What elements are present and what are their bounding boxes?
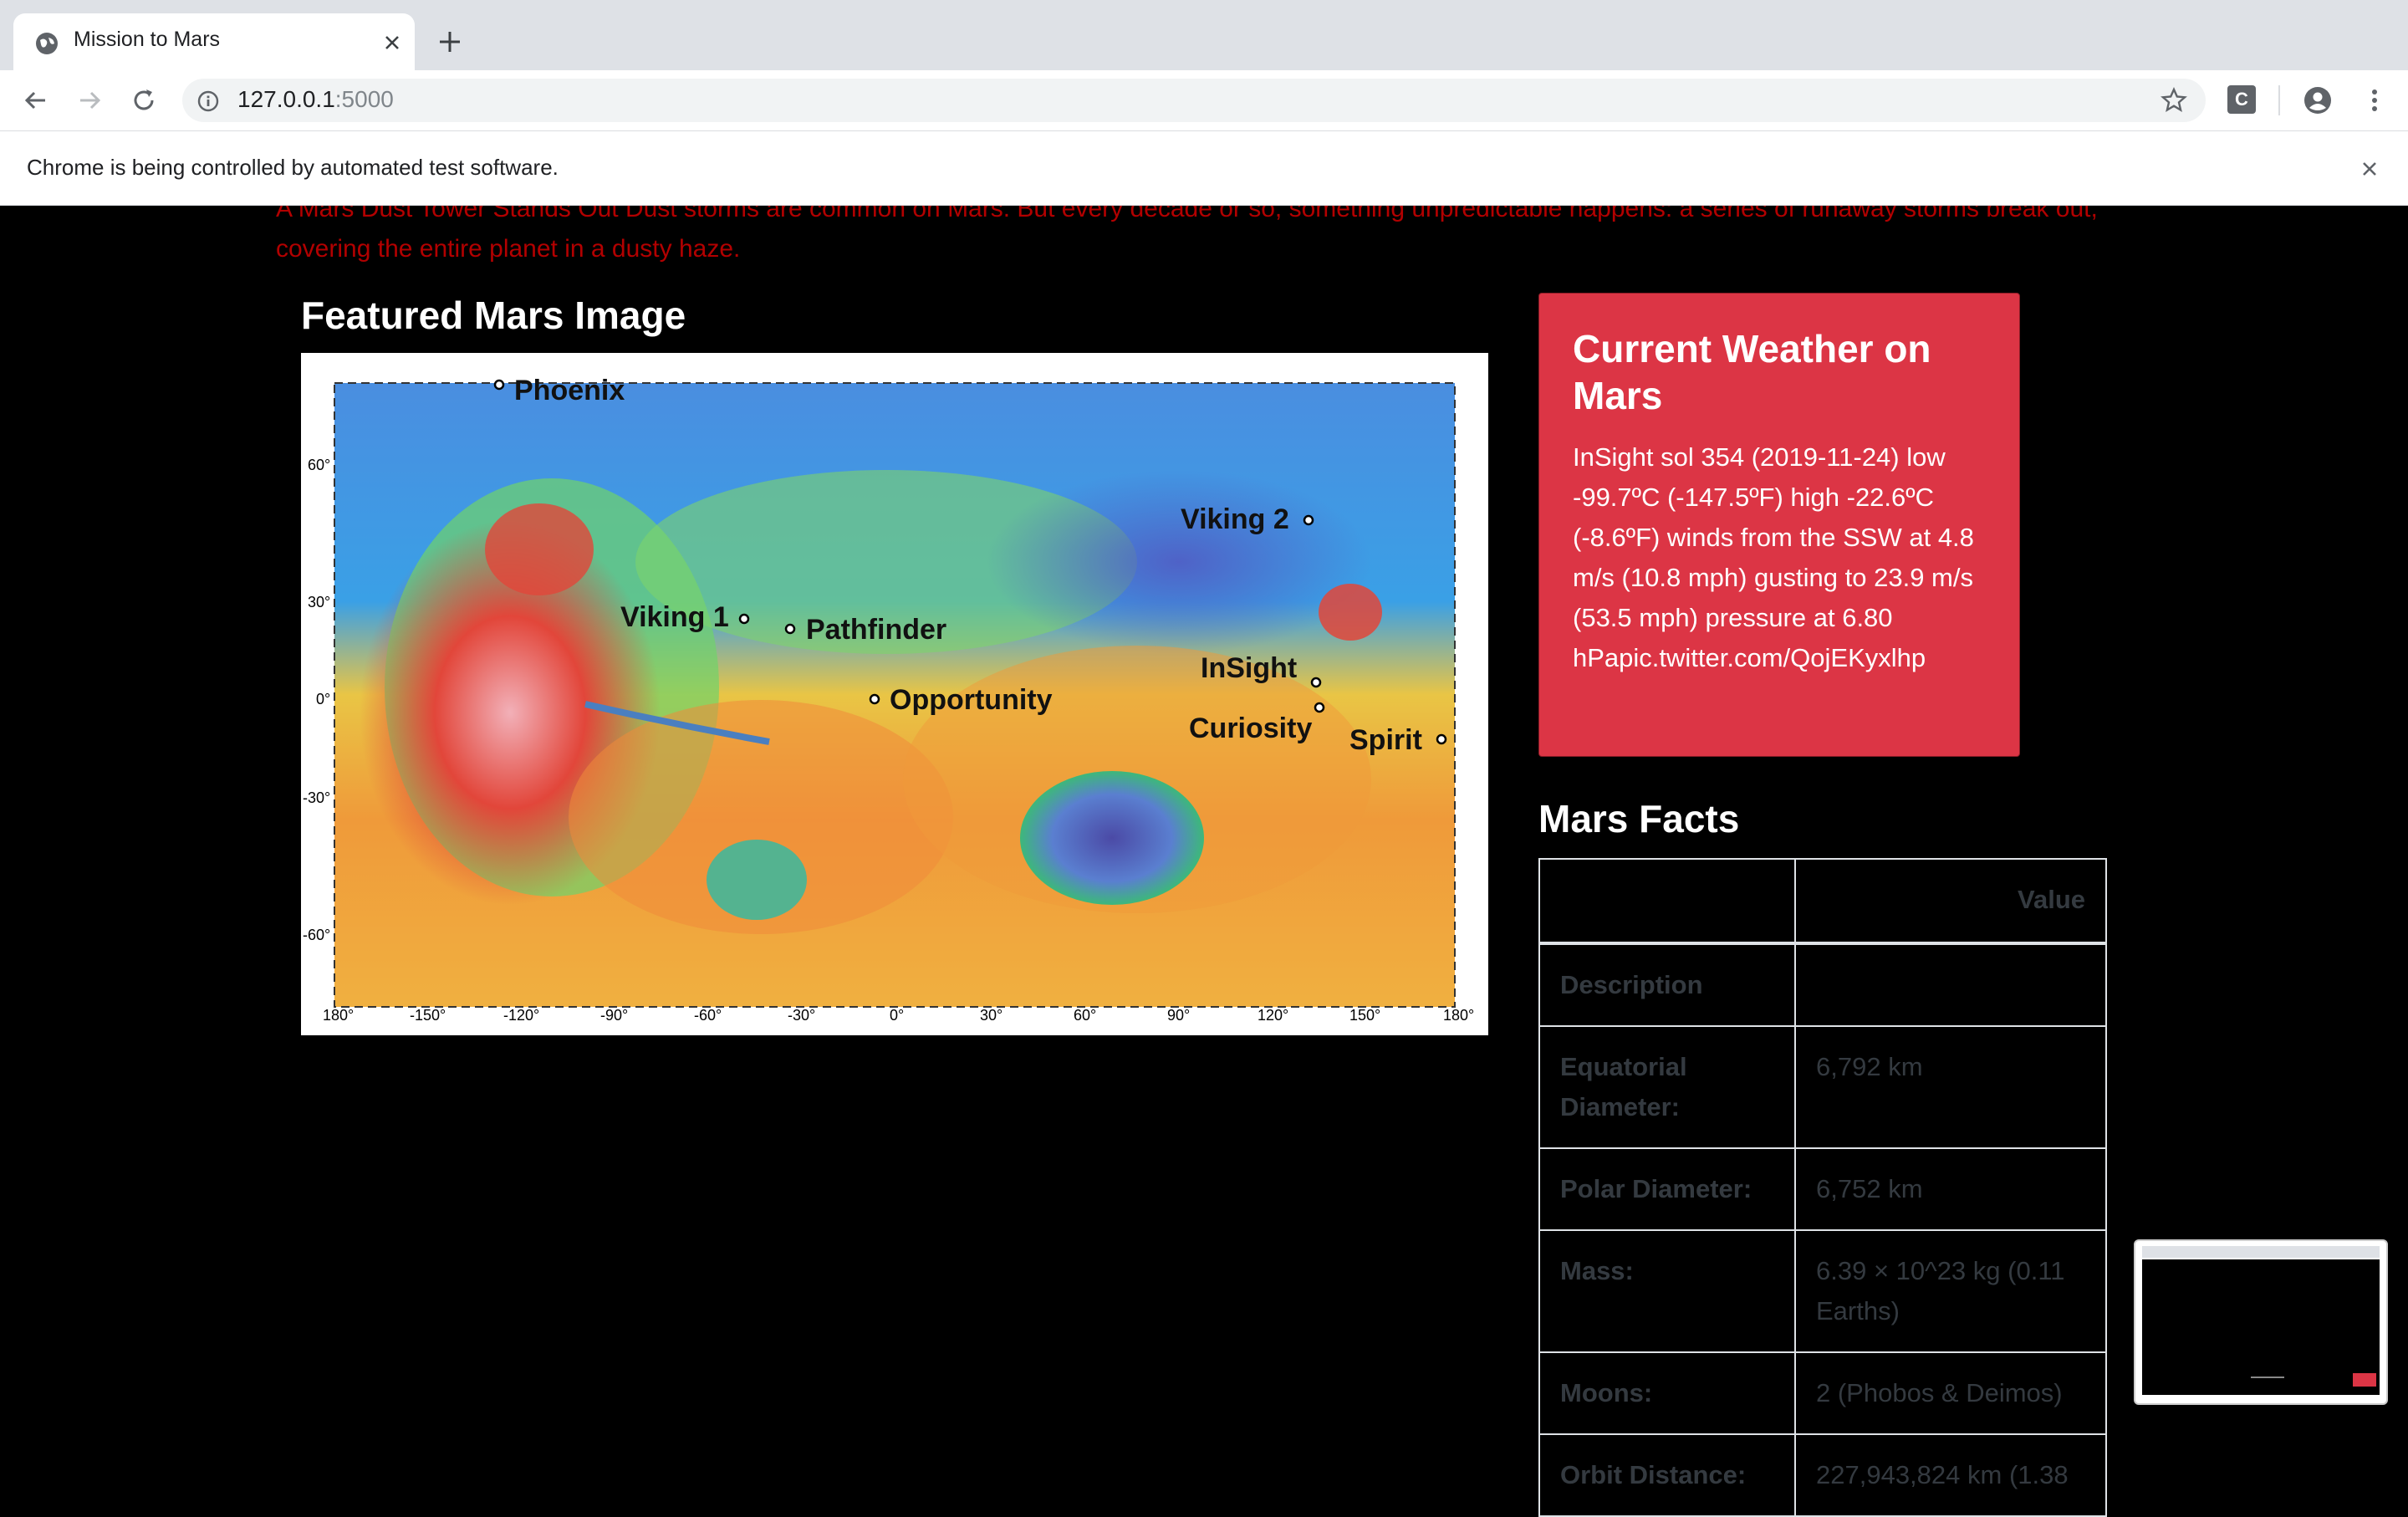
lat-tick: -30° — [303, 789, 330, 806]
lon-tick: 0° — [890, 1007, 904, 1024]
weather-card: Current Weather on Mars InSight sol 354 … — [1538, 293, 2020, 757]
site-label-opportunity: Opportunity — [890, 684, 1053, 716]
row-value — [1794, 942, 2107, 1027]
header-cell-value: Value — [1794, 858, 2107, 945]
menu-dots-icon[interactable] — [2358, 84, 2391, 117]
url-port: :5000 — [334, 86, 394, 112]
close-infobar-icon[interactable] — [2356, 156, 2383, 182]
automation-infobar: Chrome is being controlled by automated … — [0, 131, 2408, 206]
row-label: Moons: — [1538, 1351, 1796, 1435]
weather-text: InSight sol 354 (2019-11-24) low -99.7ºC… — [1573, 442, 1974, 672]
lon-tick: -60° — [694, 1007, 722, 1024]
lon-tick: 30° — [980, 1007, 1002, 1024]
row-value: 227,943,824 km (1.38 — [1794, 1433, 2107, 1517]
table-row: Description — [1538, 942, 2107, 1027]
window-thumbnail-preview[interactable] — [2134, 1239, 2388, 1405]
row-value: 6,792 km — [1794, 1025, 2107, 1149]
lon-tick: -150° — [410, 1007, 446, 1024]
reload-icon[interactable] — [129, 85, 159, 115]
url-host: 127.0.0.1 — [237, 86, 335, 112]
row-value: 6,752 km — [1794, 1147, 2107, 1231]
bookmark-star-icon[interactable] — [2159, 85, 2189, 115]
infobar-text: Chrome is being controlled by automated … — [27, 155, 559, 180]
forward-arrow-icon[interactable] — [75, 85, 105, 115]
header-cell-empty — [1538, 858, 1796, 945]
row-label: Polar Diameter: — [1538, 1147, 1796, 1231]
profile-avatar-icon[interactable] — [2301, 84, 2334, 117]
mars-facts-heading: Mars Facts — [1538, 797, 1740, 840]
row-label: Equatorial Diameter: — [1538, 1025, 1796, 1149]
lon-tick: 180° — [323, 1007, 354, 1024]
lon-tick: 120° — [1258, 1007, 1288, 1024]
extension-icon[interactable]: C — [2227, 85, 2256, 114]
toolbar-separator — [2278, 85, 2280, 115]
site-label-pathfinder: Pathfinder — [806, 614, 946, 646]
site-label-viking-1: Viking 1 — [620, 601, 729, 633]
row-value: 6.39 × 10^23 kg (0.11 Earths) — [1794, 1229, 2107, 1353]
lon-tick: -120° — [503, 1007, 539, 1024]
tab-title: Mission to Mars — [74, 28, 221, 51]
thumbnail-caption — [2251, 1377, 2284, 1378]
site-label-spirit: Spirit — [1349, 724, 1422, 756]
table-row: Equatorial Diameter: 6,792 km — [1538, 1025, 2107, 1149]
address-bar[interactable]: 127.0.0.1:5000 — [182, 79, 2206, 122]
thumbnail-image — [2353, 1373, 2376, 1387]
lat-tick: 60° — [308, 457, 330, 473]
table-row: Moons: 2 (Phobos & Deimos) — [1538, 1351, 2107, 1435]
row-label: Orbit Distance: — [1538, 1433, 1796, 1517]
site-label-viking-2: Viking 2 — [1181, 503, 1289, 535]
globe-icon — [36, 33, 58, 54]
browser-tab[interactable]: Mission to Mars — [13, 13, 415, 70]
site-label-insight: InSight — [1201, 652, 1297, 684]
back-arrow-icon[interactable] — [20, 85, 50, 115]
site-label-curiosity: Curiosity — [1189, 713, 1312, 744]
table-row: Orbit Distance: 227,943,824 km (1.38 — [1538, 1433, 2107, 1517]
lon-tick: 150° — [1349, 1007, 1380, 1024]
new-tab-plus-icon[interactable] — [433, 25, 467, 59]
browser-toolbar: 127.0.0.1:5000 — [0, 70, 2408, 131]
lon-tick: 60° — [1074, 1007, 1096, 1024]
thumbnail-page — [2142, 1259, 2380, 1395]
weather-heading: Current Weather on Mars — [1573, 327, 1931, 417]
table-row: Polar Diameter: 6,752 km — [1538, 1147, 2107, 1231]
table-header-row: Value — [1538, 858, 2107, 945]
mars-facts-table: Value Description Equatorial Diameter: 6… — [1538, 858, 2107, 1517]
lat-tick: 0° — [316, 691, 330, 707]
site-info-icon[interactable] — [196, 89, 221, 114]
row-label: Description — [1538, 942, 1796, 1027]
lon-tick: 90° — [1167, 1007, 1190, 1024]
site-label-phoenix: Phoenix — [514, 375, 625, 406]
lon-tick: -30° — [788, 1007, 815, 1024]
lat-tick: 30° — [308, 594, 330, 610]
row-label: Mass: — [1538, 1229, 1796, 1353]
lon-tick: 180° — [1443, 1007, 1474, 1024]
table-row: Mass: 6.39 × 10^23 kg (0.11 Earths) — [1538, 1229, 2107, 1353]
featured-mars-image[interactable]: Phoenix Viking 2 Viking 1 Pathfinder Opp… — [301, 353, 1488, 1035]
url-text: 127.0.0.1:5000 — [237, 86, 394, 113]
close-tab-icon[interactable] — [380, 30, 405, 55]
lat-tick: -60° — [303, 927, 330, 943]
featured-image-heading: Featured Mars Image — [301, 294, 686, 337]
lon-tick: -90° — [600, 1007, 628, 1024]
thumbnail-toolbar — [2142, 1246, 2380, 1258]
row-value: 2 (Phobos & Deimos) — [1794, 1351, 2107, 1435]
mars-topo-map: Phoenix Viking 2 Viking 1 Pathfinder Opp… — [303, 375, 1474, 1024]
